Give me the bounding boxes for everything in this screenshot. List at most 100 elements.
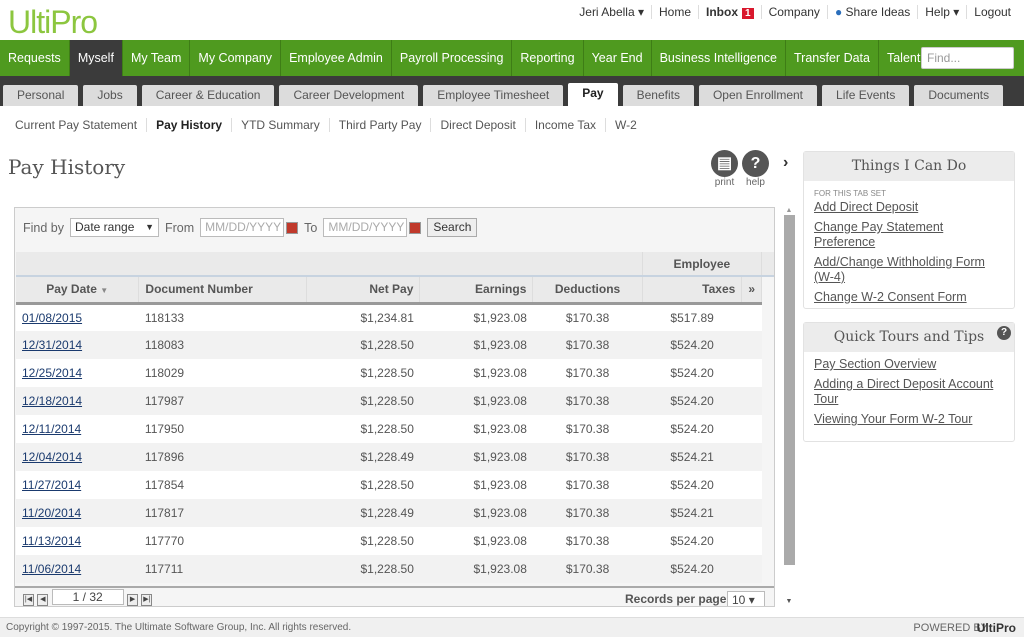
- col-taxes[interactable]: Taxes: [642, 276, 743, 305]
- nav-my-company[interactable]: My Company: [190, 40, 282, 76]
- ultipro-logo[interactable]: UltiPro: [8, 4, 98, 41]
- quick-tours-panel: Quick Tours and Tips ? Pay Section Overv…: [803, 322, 1015, 442]
- page-input[interactable]: 1 / 32: [51, 589, 124, 605]
- calendar-icon[interactable]: [409, 221, 422, 234]
- nav-payroll-processing[interactable]: Payroll Processing: [392, 40, 513, 76]
- viewing-w2-tour-link[interactable]: Viewing Your Form W-2 Tour: [814, 412, 1004, 427]
- pay-date-link[interactable]: 11/13/2014: [22, 534, 81, 548]
- nav-my-team[interactable]: My Team: [123, 40, 191, 76]
- tab-employee-timesheet[interactable]: Employee Timesheet: [423, 85, 564, 106]
- pay-date-link[interactable]: 12/11/2014: [22, 422, 81, 436]
- from-date-input[interactable]: MM/DD/YYYY: [200, 218, 285, 237]
- pay-date-link[interactable]: 01/08/2015: [22, 311, 82, 325]
- home-link[interactable]: Home: [651, 5, 698, 19]
- earnings-cell: $1,923.08: [419, 303, 533, 331]
- nav-myself[interactable]: Myself: [69, 40, 123, 76]
- net-pay-cell: $1,228.50: [306, 387, 420, 415]
- first-page-icon[interactable]: |◀: [23, 594, 34, 606]
- pay-date-link[interactable]: 11/20/2014: [22, 506, 81, 520]
- find-by-select[interactable]: Date range ▼: [70, 218, 159, 237]
- help-icon: ?: [742, 150, 769, 177]
- net-pay-cell: $1,228.50: [306, 471, 420, 499]
- pay-section-overview-link[interactable]: Pay Section Overview: [814, 357, 1004, 372]
- collapse-sidebar-chevron-icon[interactable]: ›: [783, 154, 788, 172]
- company-link[interactable]: Company: [760, 5, 827, 19]
- pay-date-link[interactable]: 11/06/2014: [22, 562, 81, 576]
- search-button[interactable]: Search: [427, 218, 478, 237]
- change-pay-statement-preference-link[interactable]: Change Pay Statement Preference: [814, 220, 1004, 250]
- document-number-cell: 117854: [138, 471, 307, 499]
- scrollbar[interactable]: ▲ ▼: [782, 207, 796, 607]
- add-direct-deposit-link[interactable]: Add Direct Deposit: [814, 200, 1004, 215]
- deductions-cell: $170.38: [532, 555, 643, 583]
- col-net-pay[interactable]: Net Pay: [306, 276, 421, 305]
- last-page-icon[interactable]: ▶|: [141, 594, 153, 606]
- nav-transfer-data[interactable]: Transfer Data: [786, 40, 879, 76]
- document-number-cell: 117896: [138, 443, 307, 471]
- subnav-w2[interactable]: W-2: [605, 118, 646, 132]
- subnav-third-party-pay[interactable]: Third Party Pay: [328, 118, 431, 132]
- col-pay-date[interactable]: Pay Date ▼: [16, 276, 140, 305]
- help-label: help: [746, 177, 765, 188]
- tab-pay[interactable]: Pay: [568, 83, 618, 106]
- tab-career-education[interactable]: Career & Education: [141, 85, 275, 106]
- next-page-icon[interactable]: ▶: [127, 594, 139, 606]
- pay-date-link[interactable]: 11/27/2014: [22, 478, 81, 492]
- table-row: 12/04/2014 117896 $1,228.49 $1,923.08 $170.3…: [16, 443, 774, 471]
- nav-employee-admin[interactable]: Employee Admin: [281, 40, 392, 76]
- net-pay-cell: $1,228.50: [306, 359, 420, 387]
- print-label: print: [714, 177, 735, 188]
- to-date-input[interactable]: MM/DD/YYYY: [323, 218, 408, 237]
- logout-link[interactable]: Logout: [966, 5, 1018, 19]
- share-ideas-link[interactable]: ● Share Ideas: [826, 5, 917, 19]
- tab-jobs[interactable]: Jobs: [83, 85, 137, 106]
- things-i-can-do-panel: Things I Can Do FOR THIS TAB SET Add Dir…: [803, 151, 1015, 309]
- pay-date-link[interactable]: 12/18/2014: [22, 394, 82, 408]
- subnav-ytd-summary[interactable]: YTD Summary: [231, 118, 329, 132]
- add-change-withholding-link[interactable]: Add/Change Withholding Form (W-4): [814, 255, 1004, 285]
- scroll-thumb[interactable]: [784, 215, 795, 565]
- tab-open-enrollment[interactable]: Open Enrollment: [698, 85, 818, 106]
- subnav-income-tax[interactable]: Income Tax: [524, 118, 605, 132]
- tab-benefits[interactable]: Benefits: [622, 85, 694, 106]
- nav-business-intelligence[interactable]: Business Intelligence: [652, 40, 787, 76]
- col-earnings[interactable]: Earnings: [419, 276, 534, 305]
- tab-personal[interactable]: Personal: [3, 85, 79, 106]
- col-deductions[interactable]: Deductions: [532, 276, 643, 305]
- find-input[interactable]: Find...: [921, 47, 1014, 69]
- records-per-page-label: Records per page: [625, 592, 727, 606]
- nav-requests[interactable]: Requests: [0, 40, 70, 76]
- expand-columns-icon[interactable]: »: [741, 276, 762, 305]
- help-menu[interactable]: Help ▾: [917, 5, 966, 19]
- scroll-up-icon[interactable]: ▲: [782, 207, 796, 215]
- col-document-number[interactable]: Document Number: [138, 276, 308, 305]
- subnav-direct-deposit[interactable]: Direct Deposit: [430, 118, 524, 132]
- deductions-cell: $170.38: [532, 303, 643, 331]
- change-w2-consent-link[interactable]: Change W-2 Consent Form: [814, 290, 1004, 305]
- prev-page-icon[interactable]: ◀: [37, 594, 49, 606]
- copyright: Copyright © 1997-2015. The Ultimate Soft…: [6, 622, 352, 633]
- calendar-icon[interactable]: [286, 221, 299, 234]
- pay-date-link[interactable]: 12/31/2014: [22, 338, 82, 352]
- tab-documents[interactable]: Documents: [914, 85, 1004, 106]
- subnav-current-pay-statement[interactable]: Current Pay Statement: [6, 118, 146, 132]
- records-per-page-select[interactable]: 10 ▾: [727, 591, 765, 606]
- subnav-pay-history[interactable]: Pay History: [146, 118, 231, 132]
- inbox-link[interactable]: Inbox 1: [698, 5, 761, 19]
- pay-date-link[interactable]: 12/25/2014: [22, 366, 82, 380]
- help-button[interactable]: ? help: [742, 150, 769, 188]
- user-menu[interactable]: Jeri Abella ▾: [572, 5, 651, 19]
- tab-life-events[interactable]: Life Events: [822, 85, 910, 106]
- nav-year-end[interactable]: Year End: [584, 40, 652, 76]
- spacer-cell: [741, 359, 762, 387]
- scroll-down-icon[interactable]: ▼: [782, 598, 796, 605]
- footer: Copyright © 1997-2015. The Ultimate Soft…: [0, 617, 1024, 637]
- tab-career-development[interactable]: Career Development: [279, 85, 419, 106]
- adding-direct-deposit-tour-link[interactable]: Adding a Direct Deposit Account Tour: [814, 377, 1004, 407]
- print-button[interactable]: ▤ print: [711, 150, 738, 188]
- nav-reporting[interactable]: Reporting: [512, 40, 584, 76]
- top-links: Jeri Abella ▾ Home Inbox 1 Company ● Shar…: [572, 5, 1018, 19]
- spacer-cell: [741, 331, 762, 359]
- pay-date-link[interactable]: 12/04/2014: [22, 450, 82, 464]
- tours-help-icon[interactable]: ?: [997, 326, 1011, 340]
